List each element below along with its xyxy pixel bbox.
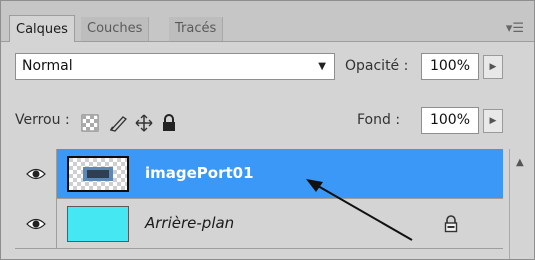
opacity-label: Opacité : — [345, 58, 409, 74]
eye-icon — [26, 168, 46, 180]
lock-paint-icon[interactable] — [109, 114, 129, 136]
layers-panel: Calques Couches Tracés ▾☰ Normal ▼ Opaci… — [0, 0, 535, 260]
visibility-toggle[interactable] — [15, 149, 57, 199]
opacity-slider-button[interactable]: ▶ — [483, 55, 503, 79]
layer-name[interactable]: Arrière-plan — [145, 214, 234, 232]
fill-field[interactable]: 100% — [421, 107, 479, 134]
blend-mode-value: Normal — [22, 58, 73, 74]
tab-couches[interactable]: Couches — [81, 17, 150, 41]
eye-icon — [26, 218, 46, 230]
visibility-toggle[interactable] — [15, 199, 57, 249]
layer-name[interactable]: imagePort01 — [145, 164, 254, 182]
opacity-field[interactable]: 100% — [421, 53, 479, 80]
layers-list: imagePort01 Arrière-plan — [15, 149, 503, 259]
scroll-up-icon[interactable]: ▲ — [516, 157, 524, 168]
lock-move-icon[interactable] — [135, 114, 153, 136]
blend-mode-select[interactable]: Normal ▼ — [15, 53, 335, 80]
chevron-down-icon: ▼ — [318, 61, 326, 72]
panel-menu-icon[interactable]: ▾☰ — [506, 21, 524, 36]
fill-label: Fond : — [357, 112, 401, 128]
lock-transparency-icon[interactable] — [81, 114, 99, 136]
fill-slider-button[interactable]: ▶ — [483, 109, 503, 133]
layer-thumbnail — [67, 206, 129, 242]
lock-all-icon[interactable] — [161, 114, 177, 136]
tab-calques[interactable]: Calques — [9, 15, 75, 42]
lock-label: Verrou : — [15, 112, 70, 128]
panel-tab-bar: Calques Couches Tracés ▾☰ — [1, 1, 534, 42]
layers-scrollbar[interactable]: ▲ — [509, 149, 532, 259]
layer-lock-icon — [443, 215, 459, 237]
layer-thumbnail — [67, 156, 129, 192]
layer-row-arriere-plan[interactable]: Arrière-plan — [15, 199, 503, 249]
layer-row-imageport01[interactable]: imagePort01 — [15, 149, 503, 199]
tab-traces[interactable]: Tracés — [169, 17, 224, 41]
